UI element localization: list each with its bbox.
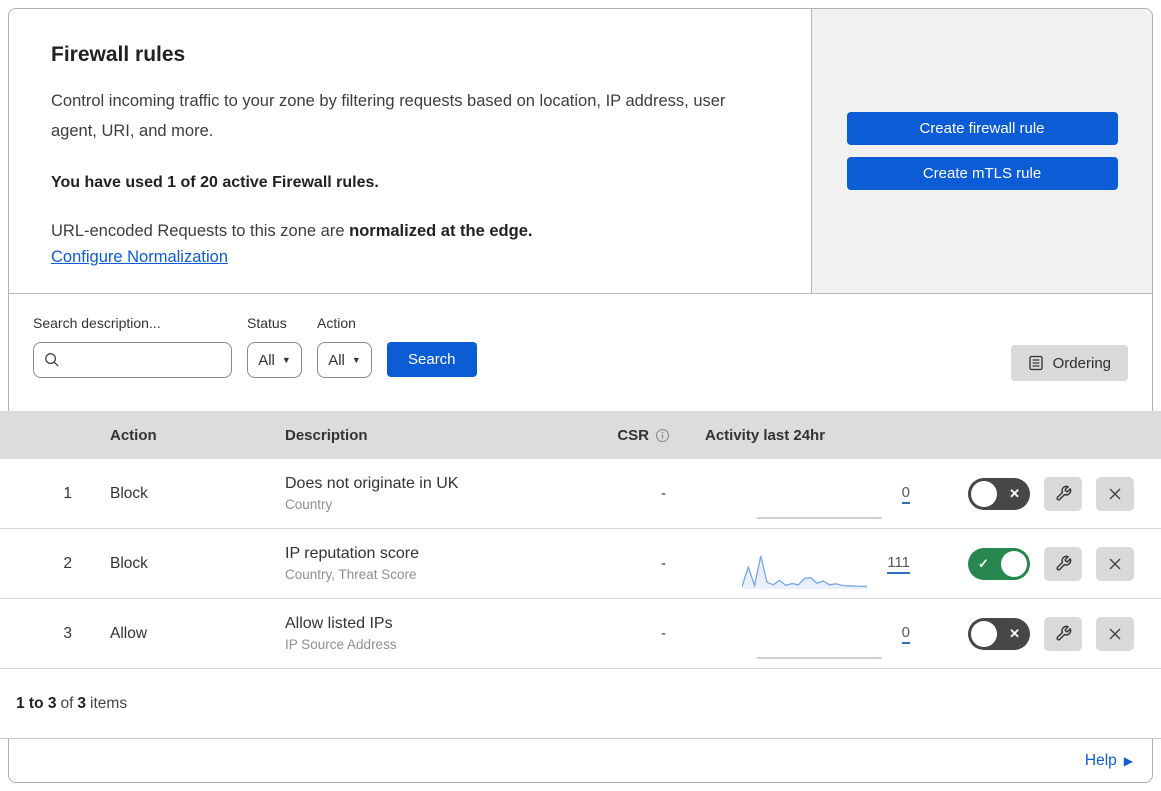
normalization-text: URL-encoded Requests to this zone are <box>51 222 345 241</box>
rule-enabled-toggle[interactable]: ✕ <box>968 617 1030 650</box>
help-bar: Help ▶ <box>9 739 1152 783</box>
status-label: Status <box>247 315 287 331</box>
ordering-button-label: Ordering <box>1052 354 1111 372</box>
rule-csr-value: - <box>661 555 666 572</box>
table-row: 1 Block Does not originate in UK Country… <box>0 459 1161 529</box>
rule-enabled-toggle[interactable]: ✕ <box>968 477 1030 510</box>
overview-section: Firewall rules Control incoming traffic … <box>9 9 1152 294</box>
column-header-activity: Activity last 24hr <box>705 426 826 444</box>
rules-table: Action Description CSR Activity last 24h… <box>0 411 1161 739</box>
status-select[interactable]: All ▼ <box>247 342 302 378</box>
firewall-rules-card: Firewall rules Control incoming traffic … <box>0 8 1161 783</box>
actions-panel: Create firewall rule Create mTLS rule <box>812 9 1152 293</box>
close-icon <box>1109 628 1121 639</box>
activity-sparkline <box>742 555 868 589</box>
create-firewall-rule-button[interactable]: Create firewall rule <box>846 112 1118 145</box>
action-select[interactable]: All ▼ <box>317 342 372 378</box>
normalization-note: URL-encoded Requests to this zone are no… <box>51 222 763 241</box>
search-box[interactable] <box>33 342 232 378</box>
list-document-icon <box>1028 355 1043 371</box>
rule-enabled-toggle[interactable]: ✓ <box>968 547 1030 580</box>
rule-action: Block <box>110 554 148 572</box>
delete-rule-button[interactable] <box>1096 476 1134 511</box>
rule-csr-value: - <box>661 625 666 642</box>
help-label: Help <box>1084 752 1117 769</box>
toggle-knob <box>1001 550 1027 577</box>
items-total: 3 <box>77 694 87 712</box>
column-header-description: Description <box>285 426 368 444</box>
rule-action: Block <box>110 484 148 502</box>
status-selected-value: All <box>258 351 275 369</box>
action-filter-label: Action <box>317 315 356 331</box>
table-row: 2 Block IP reputation score Country, Thr… <box>0 529 1161 599</box>
delete-rule-button[interactable] <box>1096 616 1134 651</box>
toggle-state-icon: ✓ <box>978 555 989 571</box>
items-of: of <box>60 694 74 712</box>
close-icon <box>1109 558 1121 569</box>
close-icon <box>1109 488 1121 499</box>
chevron-down-icon: ▼ <box>281 355 291 365</box>
info-icon[interactable] <box>655 428 670 443</box>
toggle-knob <box>971 480 997 507</box>
page-description: Control incoming traffic to your zone by… <box>51 92 726 140</box>
search-button[interactable]: Search <box>387 342 477 377</box>
pagination-summary: 1 to 3 of 3 items <box>0 669 1161 739</box>
normalization-bold: normalized at the edge. <box>349 222 533 241</box>
activity-sparkline <box>756 657 882 658</box>
search-description-label: Search description... <box>33 315 161 331</box>
rule-match-fields: Country <box>285 497 333 512</box>
activity-count-link[interactable]: 0 <box>901 484 910 504</box>
ordering-button[interactable]: Ordering <box>1010 345 1128 381</box>
items-label: items <box>90 694 128 712</box>
rule-priority: 3 <box>63 624 72 642</box>
rule-priority: 2 <box>63 554 72 572</box>
toggle-state-icon: ✕ <box>1009 625 1020 641</box>
activity-count-link[interactable]: 111 <box>887 554 910 574</box>
rule-description: Allow listed IPs <box>285 615 393 632</box>
items-range: 1 to 3 <box>16 694 57 712</box>
toggle-knob <box>971 620 997 647</box>
column-header-action: Action <box>110 426 157 444</box>
csr-header-label: CSR <box>617 426 649 444</box>
wrench-icon <box>1055 555 1071 571</box>
delete-rule-button[interactable] <box>1096 546 1134 581</box>
edit-rule-button[interactable] <box>1044 616 1082 651</box>
search-icon <box>45 353 59 367</box>
rule-description: Does not originate in UK <box>285 475 459 492</box>
table-row: 3 Allow Allow listed IPs IP Source Addre… <box>0 599 1161 669</box>
edit-rule-button[interactable] <box>1044 546 1082 581</box>
wrench-icon <box>1055 625 1071 641</box>
chevron-right-icon: ▶ <box>1123 754 1133 768</box>
column-header-csr: CSR <box>600 427 690 444</box>
help-link[interactable]: Help ▶ <box>1085 752 1133 770</box>
activity-sparkline <box>756 517 882 518</box>
wrench-icon <box>1055 485 1071 501</box>
edit-rule-button[interactable] <box>1044 476 1082 511</box>
rule-match-fields: Country, Threat Score <box>285 567 417 582</box>
filter-bar: Search description... Status All ▼ Actio… <box>9 294 1152 411</box>
rule-match-fields: IP Source Address <box>285 637 397 652</box>
rule-priority: 1 <box>63 484 72 502</box>
create-mtls-rule-button[interactable]: Create mTLS rule <box>846 157 1118 190</box>
configure-normalization-link[interactable]: Configure Normalization <box>51 248 228 267</box>
usage-summary: You have used 1 of 20 active Firewall ru… <box>51 174 379 192</box>
page-title: Firewall rules <box>51 43 186 66</box>
rule-description: IP reputation score <box>285 545 420 562</box>
action-selected-value: All <box>328 351 345 369</box>
chevron-down-icon: ▼ <box>351 355 361 365</box>
toggle-state-icon: ✕ <box>1009 485 1020 501</box>
activity-count-link[interactable]: 0 <box>901 624 910 644</box>
rule-csr-value: - <box>661 485 666 502</box>
search-input[interactable] <box>66 351 221 369</box>
rule-action: Allow <box>110 624 148 642</box>
table-header-row: Action Description CSR Activity last 24h… <box>0 411 1161 459</box>
overview-text-panel: Firewall rules Control incoming traffic … <box>9 9 812 293</box>
